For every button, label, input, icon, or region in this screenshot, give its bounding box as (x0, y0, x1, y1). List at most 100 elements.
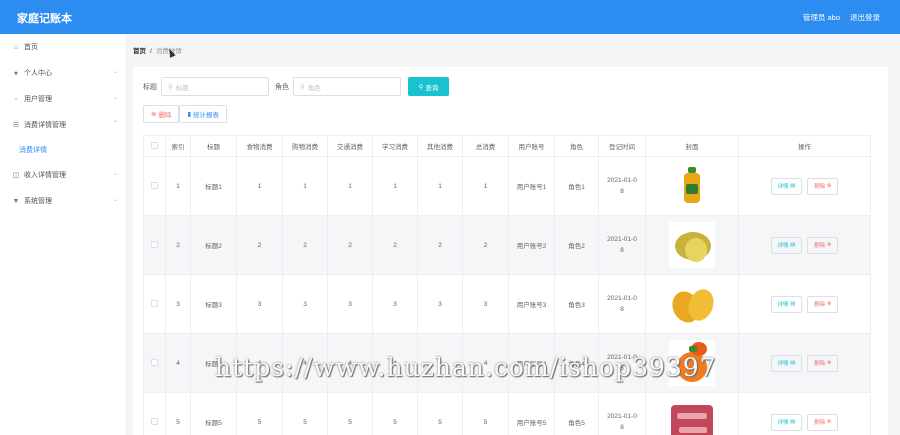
watermark-text: https://www.huzhan.com/ishop39397 (215, 353, 717, 382)
detail-button[interactable]: 详情 ▤ (770, 177, 803, 195)
delete-label: 删除 (814, 361, 826, 367)
cell-other: 2 (417, 215, 463, 275)
cell-role: 角色2 (554, 215, 599, 275)
app-title: 家庭记账本 (17, 13, 72, 25)
list-icon: ☰ (12, 122, 20, 129)
cell-index: 5 (165, 392, 191, 435)
cell-account: 用户账号2 (508, 215, 555, 275)
sidebar-item-label: 个人中心 (24, 70, 52, 77)
cell-account: 用户账号5 (508, 392, 555, 435)
sidebar-item-label: 用户管理 (24, 96, 52, 103)
cell-title: 标题2 (190, 215, 237, 275)
stats-label: 统计报表 (193, 112, 220, 119)
sidebar-item-home[interactable]: ⌂ 首页 (0, 34, 126, 60)
sidebar-item-label: 首页 (24, 44, 38, 51)
detail-label: 详情 (777, 420, 789, 426)
delete-label: 删除 (814, 302, 826, 308)
cell-food: 1 (236, 156, 283, 216)
role-search-input[interactable]: ⚲ 角色 (293, 77, 401, 96)
detail-button[interactable]: 详情 ▤ (770, 354, 803, 372)
cell-index: 3 (165, 274, 191, 334)
sidebar-item-users[interactable]: ◦ 用户管理 ⌄ (0, 86, 126, 112)
cell-cover (645, 274, 739, 334)
cell-index: 2 (165, 215, 191, 275)
breadcrumb-separator: / (150, 48, 152, 55)
batch-delete-button[interactable]: ⊗ 删除 (143, 105, 180, 123)
sidebar-item-label: 消费详情管理 (24, 122, 66, 129)
query-label: 查询 (425, 84, 439, 92)
stats-report-button[interactable]: ▮ 统计报表 (179, 105, 228, 123)
column-header: 登记时间 (598, 135, 646, 157)
detail-label: 详情 (777, 302, 789, 308)
cell-cover (645, 215, 739, 275)
row-checkbox[interactable] (151, 181, 158, 189)
title-placeholder: 标题 (175, 84, 189, 92)
row-checkbox[interactable] (151, 417, 158, 425)
cell-account: 用户账号1 (508, 156, 555, 216)
detail-icon: ▤ (790, 242, 796, 248)
delete-icon: ⊗ (826, 183, 832, 189)
cell-food: 5 (236, 392, 283, 435)
chevron-up-icon: ⌃ (112, 121, 118, 127)
delete-icon: ⊗ (826, 360, 832, 366)
cell-actions: 详情 ▤ 删除 ⊗ (738, 333, 871, 393)
sidebar-subitem-expense-detail[interactable]: 消费详情 (0, 138, 126, 162)
bar-chart-icon: ▮ (187, 111, 192, 118)
user-icon: ● (13, 69, 19, 77)
table-row: 1 标题1 1 1 1 1 1 1 用户账号1 角色1 2021-01-0 8 详… (143, 156, 871, 216)
logout-button[interactable]: 退出登录 (850, 12, 880, 23)
cell-shopping: 5 (282, 392, 328, 435)
delete-label: 删除 (158, 112, 172, 119)
delete-button[interactable]: 删除 ⊗ (807, 413, 839, 431)
cover-image-oil-bottle (669, 163, 715, 209)
cell-total: 1 (462, 156, 509, 216)
title-search-input[interactable]: ⚲ 标题 (161, 77, 269, 96)
select-all-checkbox[interactable] (151, 141, 158, 149)
cell-study: 3 (372, 274, 418, 334)
cell-actions: 详情 ▤ 删除 ⊗ (738, 156, 871, 216)
sidebar-item-system[interactable]: ▼ 系统管理 ⌄ (0, 188, 126, 214)
delete-button[interactable]: 删除 ⊗ (807, 177, 839, 195)
cell-index: 1 (165, 156, 191, 216)
sidebar-item-profile[interactable]: ● 个人中心 ⌄ (0, 60, 126, 86)
detail-button[interactable]: 详情 ▤ (770, 236, 803, 254)
chevron-down-icon: ⌄ (112, 69, 118, 75)
delete-button[interactable]: 删除 ⊗ (807, 295, 839, 313)
sidebar-item-label: 系统管理 (24, 198, 52, 205)
search-bar: 标题 ⚲ 标题 角色 ⚲ 角色 ⚲ 查询 (143, 77, 449, 96)
sidebar-item-label: 收入详情管理 (24, 172, 66, 179)
column-header: 食物消费 (236, 135, 283, 157)
row-checkbox[interactable] (151, 358, 158, 366)
query-button[interactable]: ⚲ 查询 (408, 77, 449, 96)
delete-button[interactable]: 删除 ⊗ (807, 354, 839, 372)
date-line: 2021-01-0 (607, 177, 637, 184)
detail-button[interactable]: 详情 ▤ (770, 295, 803, 313)
cell-shopping: 1 (282, 156, 328, 216)
sidebar-item-expense[interactable]: ☰ 消费详情管理 ⌃ (0, 112, 126, 138)
cell-role: 角色5 (554, 392, 599, 435)
cell-food: 3 (236, 274, 283, 334)
sidebar-item-income[interactable]: ◫ 收入详情管理 ⌄ (0, 162, 126, 188)
current-user-label[interactable]: 管理员 abo (803, 12, 840, 23)
cell-date: 2021-01-0 8 (598, 215, 646, 275)
cell-actions: 详情 ▤ 删除 ⊗ (738, 215, 871, 275)
select-all-header[interactable] (143, 135, 166, 157)
search-icon: ⚲ (168, 83, 173, 91)
system-icon: ▼ (12, 197, 20, 205)
row-checkbox[interactable] (151, 299, 158, 307)
delete-button[interactable]: 删除 ⊗ (807, 236, 839, 254)
breadcrumb-home[interactable]: 首页 (133, 48, 146, 55)
cell-date: 2021-01-0 8 (598, 156, 646, 216)
row-checkbox[interactable] (151, 240, 158, 248)
detail-icon: ▤ (790, 419, 796, 425)
column-header: 交通消费 (327, 135, 373, 157)
home-icon: ⌂ (13, 43, 19, 51)
cell-shopping: 3 (282, 274, 328, 334)
cell-food: 2 (236, 215, 283, 275)
column-header: 标题 (190, 135, 237, 157)
cell-actions: 详情 ▤ 删除 ⊗ (738, 274, 871, 334)
cover-image-meat (669, 399, 715, 435)
column-header: 学习消费 (372, 135, 418, 157)
delete-label: 删除 (814, 184, 826, 190)
detail-button[interactable]: 详情 ▤ (770, 413, 803, 431)
